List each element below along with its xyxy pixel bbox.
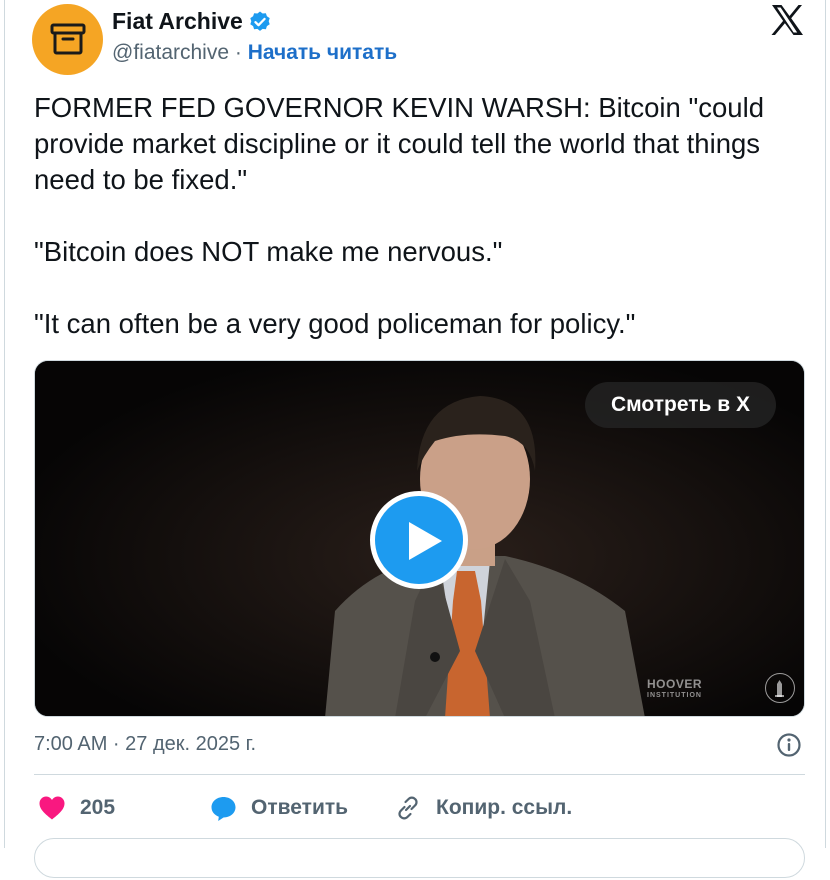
author-name[interactable]: Fiat Archive: [112, 8, 243, 35]
link-icon: [398, 796, 418, 820]
reply-button[interactable]: Ответить: [210, 795, 394, 822]
tweet-timestamp[interactable]: 7:00 AM · 27 дек. 2025 г.: [34, 733, 256, 756]
author-name-row[interactable]: Fiat Archive: [112, 8, 272, 35]
copy-link-button[interactable]: Копир. ссыл.: [394, 794, 572, 822]
watermark-line1: HOOVER: [647, 677, 703, 691]
tweet-text: FORMER FED GOVERNOR KEVIN WARSH: Bitcoin…: [34, 90, 814, 342]
author-handle[interactable]: @fiatarchive: [112, 41, 229, 64]
heart-icon: [39, 796, 65, 820]
archive-box-icon: [50, 23, 86, 55]
watermark-line2: INSTITUTION: [647, 692, 702, 699]
x-logo-icon[interactable]: [769, 2, 805, 38]
hoover-watermark: HOOVER INSTITUTION: [647, 677, 703, 701]
like-count: 205: [80, 796, 116, 819]
reply-bubble-icon: [211, 796, 236, 821]
play-icon: [409, 522, 442, 560]
info-icon[interactable]: [776, 732, 802, 758]
copy-link-label: Копир. ссыл.: [436, 796, 573, 819]
handle-separator: ·: [229, 41, 248, 64]
verified-badge-icon: [250, 11, 270, 31]
author-avatar[interactable]: [32, 4, 103, 75]
follow-link[interactable]: Начать читать: [248, 41, 397, 64]
play-button[interactable]: [370, 491, 468, 589]
reply-label: Ответить: [251, 796, 349, 819]
tweet-embed-card: Fiat Archive @fiatarchive · Начать читат…: [4, 0, 826, 878]
read-replies-button[interactable]: [34, 838, 805, 878]
hoover-tower-icon: [765, 673, 795, 703]
tweet-paragraph: "It can often be a very good policeman f…: [34, 308, 636, 339]
action-bar: 205 Ответить Копир. ссыл.: [38, 793, 572, 823]
video-player[interactable]: Смотреть в X HOOVER INSTITUTION: [34, 360, 805, 717]
handle-row: @fiatarchive · Начать читать: [112, 41, 397, 65]
watch-on-x-button[interactable]: Смотреть в X: [585, 382, 777, 428]
divider: [34, 774, 805, 775]
like-button[interactable]: 205: [38, 795, 210, 821]
tweet-paragraph: "Bitcoin does NOT make me nervous.": [34, 236, 503, 267]
tweet-paragraph: FORMER FED GOVERNOR KEVIN WARSH: Bitcoin…: [34, 92, 764, 195]
